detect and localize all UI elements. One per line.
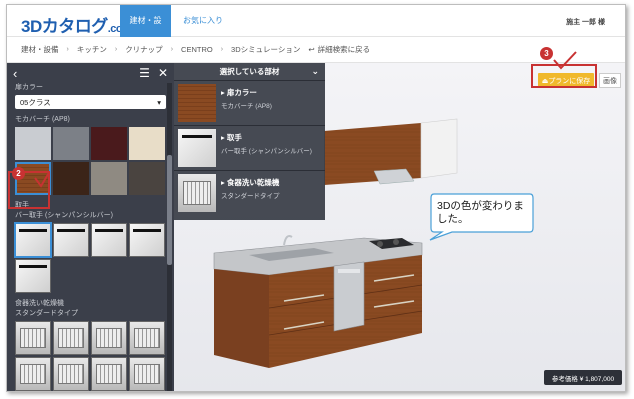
- handle-sub-label: バー取手 (シャンパンシルバー): [15, 212, 113, 219]
- back-to-search-link[interactable]: 詳細検索に戻る: [318, 44, 371, 55]
- door-color-thumb: [178, 84, 216, 122]
- dryer-thumb[interactable]: [15, 357, 51, 391]
- breadcrumb-item[interactable]: クリナップ: [125, 44, 163, 55]
- tab-favorites[interactable]: お気に入り: [175, 5, 231, 37]
- dryer-thumb[interactable]: [53, 357, 89, 391]
- dryer-thumb-grid: [7, 321, 174, 391]
- selected-part-title: ▸ 扉カラー: [221, 88, 257, 97]
- class-select-value: 05クラス: [20, 97, 51, 107]
- logo-text: 3Dカタログ: [21, 17, 108, 36]
- selected-parts-panel: 選択している部材 ⌄ ▸ 扉カラー モカバーチ (AP8) ▸ 取手 バー取手 …: [174, 63, 325, 220]
- cabinet-side: [214, 269, 269, 368]
- reference-price: 参考価格 ¥ 1,807,000: [544, 370, 622, 385]
- dryer-sub-label: スタンダードタイプ: [15, 310, 78, 317]
- selected-part-title: ▸ 食器洗い乾燥機: [221, 178, 280, 187]
- tab-building-equipment[interactable]: 建材・設備: [120, 5, 171, 57]
- app-window: 3Dカタログ.com 建材・設備 お気に入り 施主 一郎 様 建材・設備 › キ…: [6, 4, 626, 392]
- handle-thumb[interactable]: [129, 223, 165, 257]
- burner-icon: [377, 241, 383, 247]
- breadcrumb: 建材・設備 › キッチン › クリナップ › CENTRO › 3Dシミュレーシ…: [7, 37, 625, 63]
- selected-part-title: ▸ 取手: [221, 133, 242, 142]
- chevron-right-icon: ›: [66, 46, 69, 53]
- sidebar-toolbar: ‹ ☰ ✕: [7, 63, 174, 83]
- selected-part-sub: モカバーチ (AP8): [221, 103, 272, 110]
- selected-part-door[interactable]: ▸ 扉カラー モカバーチ (AP8): [174, 81, 325, 126]
- parts-sidebar: ‹ ☰ ✕ 扉カラー 05クラス ▾ モカバーチ (AP8) 取手 バー取手 (…: [7, 63, 174, 391]
- swatch-stone-grey[interactable]: [91, 162, 127, 195]
- checkmark-icon: [553, 51, 577, 70]
- handle-thumb[interactable]: [91, 223, 127, 257]
- chevron-right-icon: ›: [220, 46, 224, 53]
- list-view-icon[interactable]: ☰: [139, 66, 150, 80]
- current-swatch-label: モカバーチ (AP8): [15, 116, 70, 123]
- dishwasher-panel: [338, 269, 360, 273]
- selected-part-sub: スタンダードタイプ: [221, 193, 280, 200]
- close-icon[interactable]: ✕: [158, 66, 168, 80]
- handle-thumb-grid: [7, 222, 174, 293]
- dryer-thumb[interactable]: [91, 321, 127, 355]
- breadcrumb-item[interactable]: キッチン: [77, 44, 107, 55]
- dryer-thumb[interactable]: [129, 321, 165, 355]
- wall-cabinet-white: [420, 118, 458, 179]
- handle-thumb: [178, 129, 216, 167]
- chevron-right-icon: ›: [114, 46, 118, 53]
- logo[interactable]: 3Dカタログ.com: [21, 12, 132, 37]
- dryer-thumb[interactable]: [129, 357, 165, 391]
- swatch-dark-wood[interactable]: [53, 162, 89, 195]
- chevron-right-icon: ›: [170, 46, 174, 53]
- back-arrow-icon: ↩: [308, 45, 315, 54]
- selected-part-dryer[interactable]: ▸ 食器洗い乾燥機 スタンダードタイプ: [174, 171, 325, 216]
- chevron-down-icon[interactable]: ⌄: [311, 66, 319, 77]
- swatch-dark-red[interactable]: [91, 127, 127, 160]
- breadcrumb-item[interactable]: 建材・設備: [21, 44, 59, 55]
- speech-bubble-text: 3Dの色が変わりました。: [437, 200, 524, 225]
- dryer-thumb: [178, 174, 216, 212]
- chevron-down-icon: ▾: [157, 97, 161, 107]
- dryer-label: 食器洗い乾燥機: [15, 300, 64, 307]
- handle-thumb[interactable]: [53, 223, 89, 257]
- dryer-thumb[interactable]: [15, 321, 51, 355]
- back-chevron-icon[interactable]: ‹: [13, 66, 17, 81]
- breadcrumb-item[interactable]: CENTRO: [181, 45, 213, 54]
- swatch-light-grey[interactable]: [15, 127, 51, 160]
- swatch-beige[interactable]: [129, 127, 165, 160]
- image-button[interactable]: 画像: [599, 73, 621, 88]
- dryer-thumb[interactable]: [91, 357, 127, 391]
- breadcrumb-item-current: 3Dシミュレーション: [231, 45, 301, 54]
- dryer-thumb[interactable]: [53, 321, 89, 355]
- handle-thumb[interactable]: [14, 222, 52, 258]
- handle-thumb[interactable]: [15, 259, 51, 293]
- burner-icon: [393, 239, 399, 245]
- sidebar-scrollbar-thumb[interactable]: [167, 155, 172, 265]
- selected-parts-header[interactable]: 選択している部材 ⌄: [174, 63, 325, 81]
- swatch-mid-grey[interactable]: [53, 127, 89, 160]
- user-name[interactable]: 施主 一郎 様: [566, 17, 605, 27]
- step-2-marker: 2: [12, 167, 25, 180]
- selected-part-sub: バー取手 (シャンパンシルバー): [221, 148, 312, 155]
- door-color-label: 扉カラー: [15, 84, 43, 91]
- class-select[interactable]: 05クラス ▾: [15, 95, 166, 109]
- header: 3Dカタログ.com 建材・設備 お気に入り 施主 一郎 様: [7, 5, 625, 57]
- selected-parts-title: 選択している部材: [219, 67, 280, 76]
- selected-part-handle[interactable]: ▸ 取手 バー取手 (シャンパンシルバー): [174, 126, 325, 171]
- swatch-dark-stone[interactable]: [129, 162, 165, 195]
